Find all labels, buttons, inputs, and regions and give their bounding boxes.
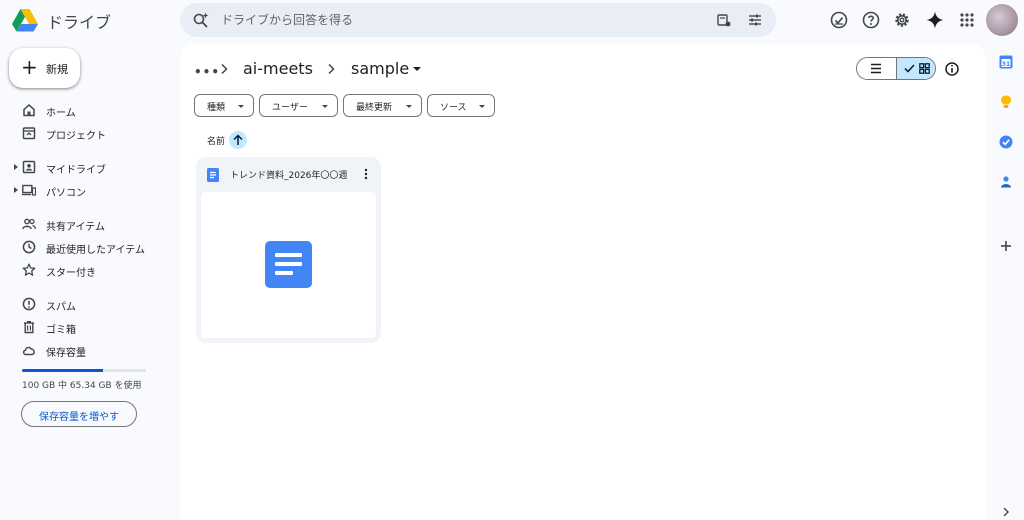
sort-by-name-label[interactable]: 名前 [207,134,225,147]
sidebar-item-label: パソコン [46,188,86,199]
plus-icon: + [21,55,38,79]
filter-modified-chip[interactable]: 最終更新 [343,94,422,117]
checkmark-icon [904,64,915,73]
star-icon [22,263,36,276]
sidebar-item-label: スター付き [46,268,96,279]
spam-icon [22,297,36,311]
breadcrumb-current[interactable]: sample [351,59,409,78]
offline-status-icon[interactable] [829,10,849,30]
search-input[interactable] [221,10,701,30]
get-more-storage-button[interactable]: 保存容量を増やす [21,401,137,427]
breadcrumb-more-button[interactable]: ••• [194,66,220,78]
add-icon[interactable] [998,238,1014,254]
sidebar-item-starred[interactable]: スター付き [0,260,170,282]
search-options-icon[interactable] [716,12,732,28]
drive-logo-icon[interactable] [12,8,38,32]
storage-usage-text: 100 GB 中 65.34 GB を使用 [22,381,142,391]
recent-icon [22,240,36,254]
sort-direction-button[interactable] [229,131,247,149]
expand-panel-icon[interactable] [1001,506,1011,518]
keep-icon[interactable] [998,94,1014,110]
google-docs-large-icon [265,241,312,288]
gemini-icon[interactable] [925,10,945,30]
info-icon[interactable] [944,61,960,77]
file-name[interactable]: トレンド資料_2026年〇〇週 [230,168,347,181]
filter-chip-label: 種類 [207,103,226,113]
sidebar-item-label: ゴミ箱 [46,325,76,336]
chevron-right-icon [221,63,228,75]
help-icon[interactable] [861,10,881,30]
storage-usage-bar [22,369,146,372]
contacts-icon[interactable] [998,174,1014,190]
sidebar-item-computers[interactable]: パソコン [0,180,170,202]
settings-icon[interactable] [892,10,912,30]
sidebar-item-label: 共有アイテム [46,222,105,233]
sidebar-item-trash[interactable]: ゴミ箱 [0,317,170,339]
sidebar-item-shared[interactable]: 共有アイテム [0,214,170,236]
list-view-button[interactable] [857,58,896,79]
apps-grid-icon[interactable] [957,10,977,30]
sidebar-item-label: スパム [46,302,76,313]
sidebar-item-label: ホーム [46,108,76,119]
file-card[interactable]: トレンド資料_2026年〇〇週 [196,157,381,343]
list-icon [871,63,881,74]
my-drive-icon [22,160,36,174]
search-bar[interactable] [180,3,776,37]
filter-type-chip[interactable]: 種類 [194,94,254,117]
filter-sliders-icon[interactable] [747,12,763,28]
filter-people-chip[interactable]: ユーザー [259,94,338,117]
grid-view-button[interactable] [896,58,935,79]
expand-arrow-icon[interactable] [14,187,18,193]
view-toggle [856,57,936,80]
search-sparkle-icon[interactable] [192,11,210,29]
sidebar-item-home[interactable]: ホーム [0,100,170,122]
account-avatar[interactable] [986,4,1018,36]
chevron-down-icon [479,105,485,108]
expand-arrow-icon[interactable] [14,164,18,170]
home-icon [23,103,35,117]
filter-chip-label: 最終更新 [356,103,393,113]
top-bar: ドライブ [0,0,1024,40]
new-button[interactable]: + 新規 [9,48,80,88]
sidebar-item-label: 保存容量 [46,348,86,359]
sidebar-item-recent[interactable]: 最近使用したアイテム [0,237,170,259]
filter-source-chip[interactable]: ソース [427,94,495,117]
file-thumbnail[interactable] [201,192,376,338]
sidebar-item-projects[interactable]: プロジェクト [0,123,170,145]
trash-icon [24,321,34,334]
main-content: ••• ai-meets sample 種類 ユーザー 最終更新 ソース 名前 … [180,44,986,520]
breadcrumb-parent[interactable]: ai-meets [243,59,313,78]
chevron-down-icon [322,105,328,108]
chevron-right-icon [328,63,335,75]
filter-chip-label: ユーザー [272,103,308,113]
sidebar-item-my-drive[interactable]: マイドライブ [0,157,170,179]
tasks-icon[interactable] [998,134,1014,150]
sidebar-item-label: プロジェクト [46,131,106,142]
shared-icon [22,218,36,230]
sidebar-item-spam[interactable]: スパム [0,294,170,316]
chevron-down-icon [238,105,244,108]
svg-text:31: 31 [1002,61,1010,68]
get-more-storage-label: 保存容量を増やす [39,412,119,423]
storage-usage-fill [22,369,104,372]
app-title[interactable]: ドライブ [47,9,111,33]
google-docs-icon [207,168,219,182]
projects-icon [22,127,36,140]
calendar-icon[interactable]: 31 [998,54,1014,70]
cloud-icon [22,346,35,356]
more-vert-icon[interactable] [362,167,370,181]
sidebar-item-label: マイドライブ [46,165,106,176]
sidebar-item-storage[interactable]: 保存容量 [0,340,170,362]
computers-icon [22,184,36,196]
grid-icon [919,63,930,74]
new-button-label: 新規 [46,63,68,76]
chevron-down-icon [406,105,412,108]
filter-chip-label: ソース [440,103,467,113]
folder-menu-caret-icon[interactable] [413,67,421,71]
sidebar-item-label: 最近使用したアイテム [46,245,145,256]
arrow-up-icon [233,134,243,145]
